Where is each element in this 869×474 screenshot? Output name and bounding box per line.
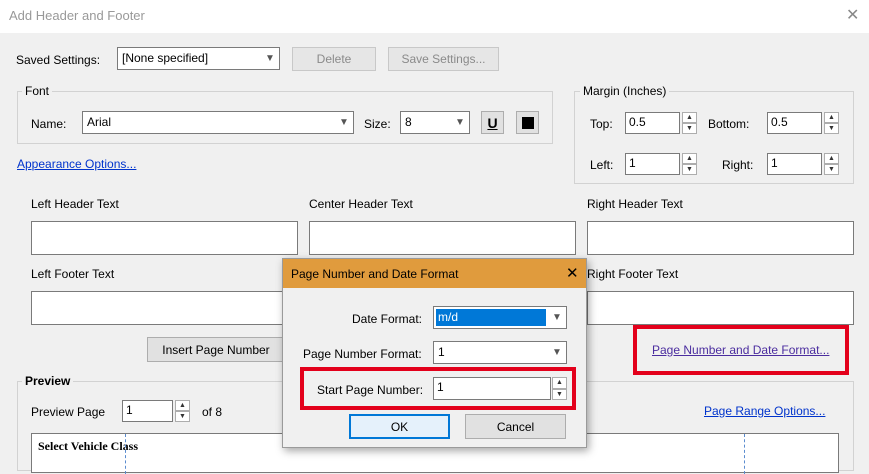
margin-left-input[interactable]: 1: [625, 153, 680, 175]
margin-right-value: 1: [771, 156, 778, 170]
delete-button[interactable]: Delete: [292, 47, 376, 71]
start-page-number-value: 1: [437, 380, 444, 394]
margin-right-input[interactable]: 1: [767, 153, 822, 175]
center-header-label: Center Header Text: [309, 197, 413, 211]
left-header-label: Left Header Text: [31, 197, 119, 211]
font-group-title: Font: [22, 84, 53, 98]
margin-bottom-spinner[interactable]: ▲ ▼: [824, 112, 839, 134]
spin-up-icon[interactable]: ▲: [552, 377, 567, 389]
margin-bottom-value: 0.5: [771, 115, 788, 129]
save-settings-button[interactable]: Save Settings...: [388, 47, 499, 71]
start-page-number-label: Start Page Number:: [317, 383, 424, 397]
start-page-number-input[interactable]: 1: [433, 377, 551, 400]
font-name-value: Arial: [87, 115, 112, 129]
margin-top-spinner[interactable]: ▲ ▼: [682, 112, 697, 134]
cancel-button[interactable]: Cancel: [465, 414, 566, 439]
saved-settings-value: [None specified]: [122, 51, 209, 65]
spin-up-icon[interactable]: ▲: [175, 400, 190, 411]
preview-margin-guide: [125, 434, 126, 474]
spin-down-icon[interactable]: ▼: [552, 388, 567, 400]
font-name-label: Name:: [31, 117, 67, 131]
right-footer-label: Right Footer Text: [587, 267, 679, 281]
chevron-down-icon: ▼: [265, 53, 275, 64]
margin-top-value: 0.5: [629, 115, 646, 129]
font-name-select[interactable]: Arial ▼: [82, 111, 354, 134]
insert-page-number-button[interactable]: Insert Page Number: [147, 337, 285, 362]
preview-page-input[interactable]: 1: [122, 400, 173, 422]
margin-top-label: Top:: [590, 117, 613, 131]
left-footer-input[interactable]: [31, 291, 298, 325]
preview-page-label: Preview Page: [31, 405, 106, 419]
dialog-close-icon[interactable]: ✕: [566, 264, 579, 282]
saved-settings-label: Saved Settings:: [16, 53, 101, 67]
page-number-date-format-dialog: Page Number and Date Format ✕ Date Forma…: [282, 258, 587, 448]
spin-down-icon[interactable]: ▼: [682, 123, 697, 134]
font-size-label: Size:: [364, 117, 391, 131]
ok-button[interactable]: OK: [349, 414, 450, 439]
spin-up-icon[interactable]: ▲: [682, 112, 697, 123]
page-range-options-link[interactable]: Page Range Options...: [704, 404, 825, 418]
font-size-select[interactable]: 8 ▼: [400, 111, 470, 134]
right-footer-input[interactable]: [587, 291, 854, 325]
date-format-select[interactable]: m/d ▼: [433, 306, 567, 329]
preview-page-count: of 8: [202, 405, 223, 419]
date-format-value: m/d: [438, 310, 459, 324]
saved-settings-select[interactable]: [None specified] ▼: [117, 47, 280, 70]
appearance-options-link[interactable]: Appearance Options...: [17, 157, 136, 171]
chevron-down-icon: ▼: [552, 312, 562, 323]
chevron-down-icon: ▼: [552, 347, 562, 358]
underline-button[interactable]: U: [481, 111, 504, 134]
margin-left-spinner[interactable]: ▲ ▼: [682, 153, 697, 175]
right-header-input[interactable]: [587, 221, 854, 255]
chevron-down-icon: ▼: [339, 117, 349, 128]
date-format-label: Date Format:: [352, 312, 423, 326]
page-number-date-format-link[interactable]: Page Number and Date Format...: [652, 343, 829, 357]
margin-right-spinner[interactable]: ▲ ▼: [824, 153, 839, 175]
page-number-format-value: 1: [438, 345, 445, 359]
chevron-down-icon: ▼: [455, 117, 465, 128]
margin-left-value: 1: [629, 156, 636, 170]
font-size-value: 8: [405, 115, 412, 129]
spin-down-icon[interactable]: ▼: [175, 411, 190, 422]
preview-margin-guide: [744, 434, 745, 474]
spin-up-icon[interactable]: ▲: [682, 153, 697, 164]
margin-left-label: Left:: [590, 158, 614, 172]
start-page-number-spinner[interactable]: ▲ ▼: [552, 377, 567, 400]
preview-page-value: 1: [126, 403, 133, 417]
spin-up-icon[interactable]: ▲: [824, 112, 839, 123]
spin-down-icon[interactable]: ▼: [824, 164, 839, 175]
margin-group-title: Margin (Inches): [580, 84, 670, 98]
close-icon[interactable]: ✕: [846, 5, 859, 25]
margin-top-input[interactable]: 0.5: [625, 112, 680, 134]
margin-bottom-input[interactable]: 0.5: [767, 112, 822, 134]
margin-right-label: Right:: [722, 158, 754, 172]
center-header-input[interactable]: [309, 221, 576, 255]
margin-bottom-label: Bottom:: [708, 117, 750, 131]
spin-down-icon[interactable]: ▼: [824, 123, 839, 134]
preview-group-title: Preview: [22, 374, 74, 388]
spin-down-icon[interactable]: ▼: [682, 164, 697, 175]
page-number-format-label: Page Number Format:: [303, 347, 422, 361]
spin-up-icon[interactable]: ▲: [824, 153, 839, 164]
right-header-label: Right Header Text: [587, 197, 683, 211]
font-color-button[interactable]: [516, 111, 539, 134]
window-title: Add Header and Footer: [9, 8, 145, 23]
preview-page-spinner[interactable]: ▲ ▼: [175, 400, 190, 422]
color-swatch-icon: [521, 116, 534, 129]
left-header-input[interactable]: [31, 221, 298, 255]
preview-content-text: Select Vehicle Class: [38, 439, 138, 453]
dialog-title: Page Number and Date Format: [291, 267, 459, 281]
left-footer-label: Left Footer Text: [31, 267, 115, 281]
page-number-format-select[interactable]: 1 ▼: [433, 341, 567, 364]
